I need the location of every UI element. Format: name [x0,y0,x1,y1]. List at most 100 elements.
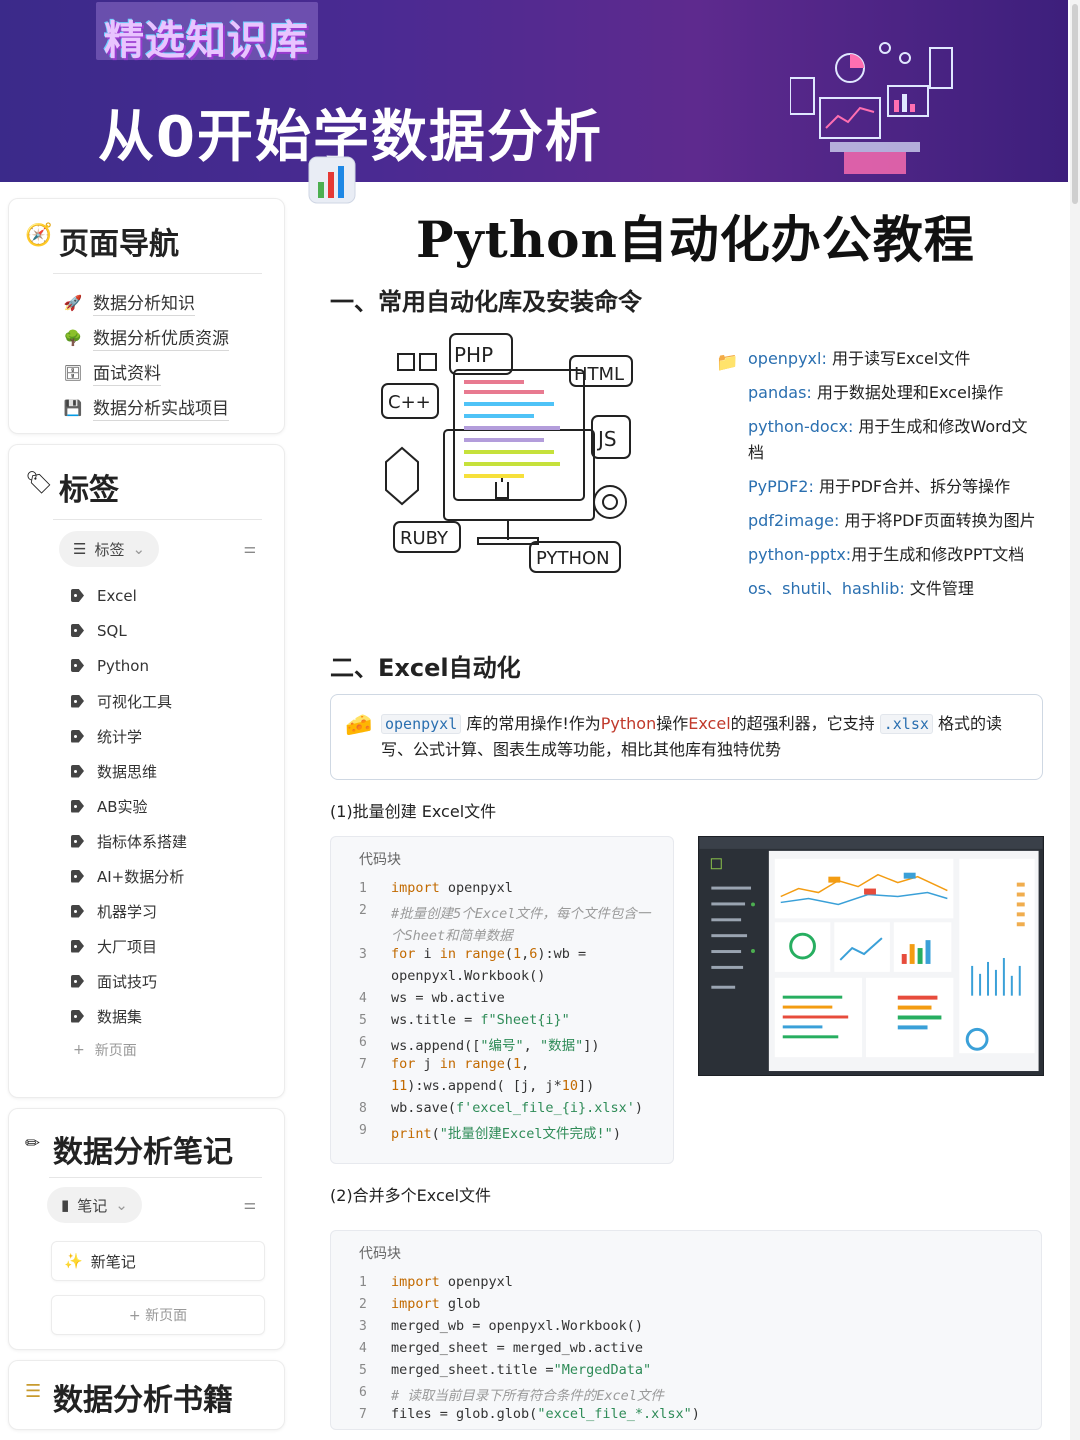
label-html: HTML [574,364,624,385]
folder-icon: 📁 [716,352,739,373]
callout: 🧀 openpyxl 库的常用操作!作为Python操作Excel的超强利器，它… [330,694,1043,780]
tree-icon: 🌳 [63,328,83,347]
notes-filter-pill[interactable]: ▮ 笔记 ⌄ [47,1187,142,1223]
tag-label: Excel [97,587,137,605]
callout-text: openpyxl 库的常用操作!作为Python操作Excel的超强利器，它支持… [381,714,1003,759]
nav-item-projects[interactable]: 💾 数据分析实战项目 [63,394,229,421]
divider [49,1177,262,1178]
banner-badge-text: 精选知识库 [104,18,309,64]
tag-icon [71,869,87,885]
tag-item[interactable]: Excel [71,587,137,605]
tag-item[interactable]: 数据集 [71,1006,142,1027]
new-page-label: + 新页面 [128,1308,188,1324]
divider [53,273,262,274]
data-analysis-illustration-icon [790,42,953,174]
label-python: PYTHON [536,548,610,569]
notes-card: ✏ 数据分析笔记 ▮ 笔记 ⌄ ⚌ ✨ 新笔记 + 新页面 [8,1108,285,1350]
notes-filter-label: 笔记 [77,1196,108,1215]
tag-label: 指标体系搭建 [97,833,188,851]
list-icon: ☰ [73,540,87,558]
new-page-label: 新页面 [94,1043,137,1059]
divider [53,519,262,520]
compass-icon: 🧭 [25,223,53,248]
library-item: openpyxl: 用于读写Excel文件 [748,349,971,368]
nav-item-label: 数据分析实战项目 [93,394,229,421]
sliders-icon[interactable]: ⚌ [243,541,256,557]
tag-icon: 🏷 [25,471,53,496]
library-item: pandas: 用于数据处理和Excel操作 [748,383,1004,402]
nav-item-label: 数据分析优质资源 [93,324,229,351]
library-item: os、shutil、hashlib: 文件管理 [748,579,974,598]
code-block-1[interactable]: 代码块 1 import openpyxl 2 #批量创建5个Excel文件，每个文… [330,836,674,1164]
library-item: python-docx: 用于生成和修改Word文档 [748,417,1028,462]
tag-icon [71,1009,87,1025]
tag-item[interactable]: 数据思维 [71,761,157,782]
books-title: 数据分析书籍 [53,1383,233,1418]
tag-icon [71,623,87,639]
tag-item[interactable]: 统计学 [71,726,142,747]
tag-item[interactable]: Python [71,657,149,675]
tag-label: 数据集 [97,1008,143,1026]
cabinet-icon: 🗄 [63,363,83,382]
nav-item-label: 数据分析知识 [93,289,195,316]
library-item: pdf2image: 用于将PDF页面转换为图片 [748,511,1036,530]
sliders-icon[interactable]: ⚌ [243,1197,256,1213]
tag-icon [71,974,87,990]
tag-item[interactable]: SQL [71,622,127,640]
page-scrollbar[interactable] [1070,0,1080,1440]
nav-item-label: 面试资料 [93,359,161,386]
tag-item[interactable]: 可视化工具 [71,691,172,712]
tags-title: 标签 [59,473,119,508]
nav-item-knowledge[interactable]: 🚀 数据分析知识 [63,289,195,316]
programming-languages-illustration-icon: PHP HTML C++ JS RUBY PYTHON [381,333,633,573]
tag-icon [71,799,87,815]
tag-item[interactable]: AI+数据分析 [71,866,184,887]
tag-icon [71,904,87,920]
magic-wand-icon: ✨ [64,1252,83,1270]
file-icon: ▮ [61,1196,70,1214]
dashboard-screenshot-image [698,836,1044,1076]
tag-item[interactable]: AB实验 [71,796,148,817]
tag-label: AB实验 [97,798,148,816]
label-ruby: RUBY [400,528,449,549]
tag-icon [71,729,87,745]
chevron-down-icon: ⌄ [115,1196,128,1214]
page-title: Python自动化办公教程 [416,210,975,269]
new-note-label: 新笔记 [90,1252,136,1271]
tag-label: 统计学 [97,728,143,746]
code-block-2[interactable]: 代码块 1 import openpyxl 2 import glob 3 merge… [330,1230,1042,1430]
tag-item[interactable]: 指标体系搭建 [71,831,187,852]
tag-item[interactable]: 机器学习 [71,901,157,922]
books-card: ☰ 数据分析书籍 [8,1360,285,1430]
tag-label: 大厂项目 [97,938,158,956]
subheading-batch-create: (1)批量创建 Excel文件 [330,802,497,821]
new-note-button[interactable]: ✨ 新笔记 [51,1241,265,1281]
tag-label: 可视化工具 [97,693,173,711]
label-js: JS [596,427,617,451]
tag-icon [71,694,87,710]
nav-item-interview[interactable]: 🗄 面试资料 [63,359,161,386]
tag-icon [71,834,87,850]
plus-icon: + [73,1042,85,1058]
cheese-icon: 🧀 [345,713,373,738]
tag-item[interactable]: 面试技巧 [71,971,157,992]
tags-new-page[interactable]: + 新页面 [73,1040,137,1060]
tags-filter-pill[interactable]: ☰ 标签 ⌄ [59,531,160,567]
nav-card: 🧭 页面导航 🚀 数据分析知识 🌳 数据分析优质资源 🗄 面试资料 💾 数据分析… [8,198,285,434]
notes-new-page-button[interactable]: + 新页面 [51,1295,265,1335]
nav-item-resources[interactable]: 🌳 数据分析优质资源 [63,324,229,351]
library-item: PyPDF2: 用于PDF合并、拆分等操作 [748,477,1011,496]
tags-card: 🏷 标签 ☰ 标签 ⌄ ⚌ Excel SQL Python 可视化工具 统计学… [8,444,285,1098]
code-block-label: 代码块 [359,1246,401,1262]
tag-label: Python [97,657,149,675]
chevron-down-icon: ⌄ [132,540,146,558]
section2-heading: 二、Excel自动化 [330,654,521,682]
tags-filter-label: 标签 [94,540,125,559]
tag-icon [71,588,87,604]
scrollbar-thumb[interactable] [1072,4,1078,204]
tag-item[interactable]: 大厂项目 [71,936,157,957]
rocket-icon: 🚀 [63,293,83,312]
tag-label: 数据思维 [97,763,158,781]
banner: 精选知识库 从0开始学数据分析 [0,0,1068,182]
notes-title: 数据分析笔记 [53,1135,233,1170]
